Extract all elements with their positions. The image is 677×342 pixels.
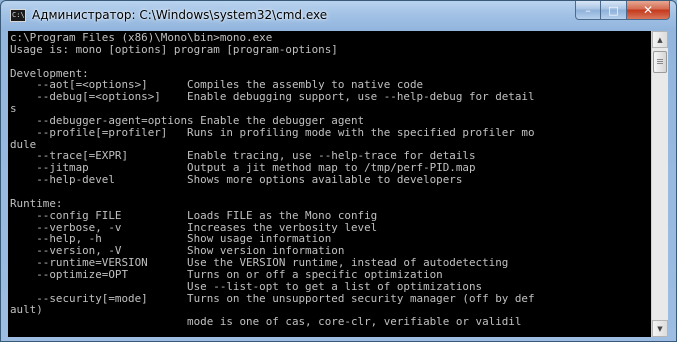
close-button[interactable]: ✕ [627,1,670,20]
minimize-icon: – [585,3,591,17]
console-window: C:\ Администратор: C:\Windows\system32\c… [0,0,677,342]
minimize-button[interactable]: – [575,1,601,20]
scroll-down-button[interactable]: ▼ [652,320,668,337]
console-line: --profile[=profiler] Runs in profiling m… [10,125,535,139]
maximize-icon: □ [608,3,619,17]
console-line: --debug[=<options>] Enable debugging sup… [10,90,535,104]
arrow-down-icon: ▼ [657,324,663,333]
title-bar[interactable]: C:\ Администратор: C:\Windows\system32\c… [1,1,676,31]
scrollbar-thumb[interactable] [653,51,667,73]
maximize-button[interactable]: □ [601,1,627,20]
grip-line [657,59,663,60]
console-line: Usage is: mono [options] program [progra… [10,42,338,56]
console-line: mode is one of cas, core-clr, verifiable… [10,315,522,329]
console-line: --help-devel Shows more options availabl… [10,173,463,187]
console-output-area[interactable]: c:\Program Files (x86)\Mono\bin>mono.exe… [8,31,651,337]
window-title: Администратор: C:\Windows\system32\cmd.e… [32,8,328,22]
cmd-app-icon[interactable]: C:\ [10,9,26,22]
console-text: c:\Program Files (x86)\Mono\bin>mono.exe… [8,31,651,328]
vertical-scrollbar[interactable]: ▲ ▼ [651,31,668,337]
grip-line [657,63,663,64]
caption-buttons: – □ ✕ [575,1,670,20]
grip-line [657,61,663,62]
close-icon: ✕ [642,3,654,17]
scroll-up-button[interactable]: ▲ [652,31,668,48]
console-line: --security[=mode] Turns on the unsupport… [10,291,535,305]
arrow-up-icon: ▲ [657,35,663,44]
